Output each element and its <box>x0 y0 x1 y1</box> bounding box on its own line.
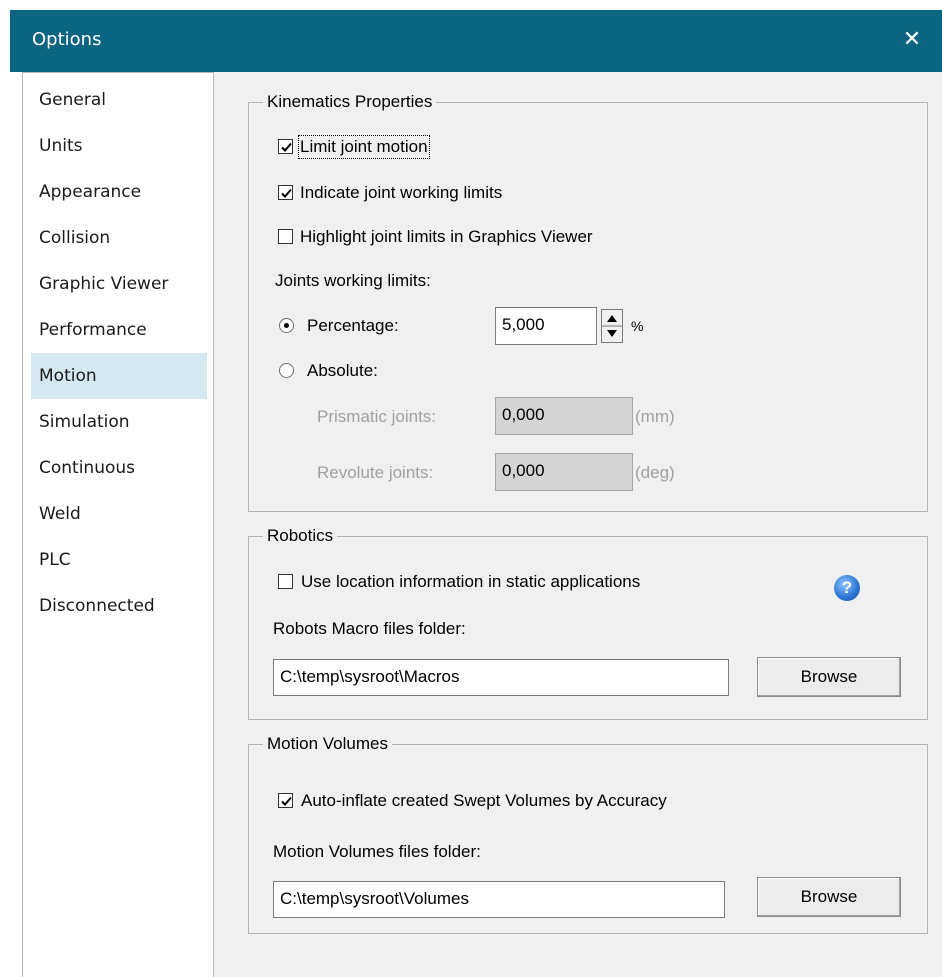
close-icon[interactable]: ✕ <box>896 24 928 56</box>
nav-item-weld[interactable]: Weld <box>31 491 207 537</box>
prismatic-joints-input: 0,000 <box>495 397 633 435</box>
robots-macro-folder-label: Robots Macro files folder: <box>273 619 466 638</box>
nav-item-units[interactable]: Units <box>31 123 207 169</box>
nav-item-motion[interactable]: Motion <box>31 353 207 399</box>
prismatic-joints-label: Prismatic joints: <box>317 407 437 426</box>
prismatic-joints-unit: (mm) <box>635 407 675 426</box>
kinematics-group-title: Kinematics Properties <box>263 92 437 112</box>
robots-macro-browse-button[interactable]: Browse <box>757 657 901 697</box>
auto-inflate-label[interactable]: Auto-inflate created Swept Volumes by Ac… <box>301 791 667 811</box>
percentage-input[interactable]: 5,000 <box>495 307 597 345</box>
indicate-joint-limits-label[interactable]: Indicate joint working limits <box>300 183 502 203</box>
limit-joint-motion-label[interactable]: Limit joint motion <box>298 135 430 159</box>
motion-volumes-folder-input[interactable]: C:\temp\sysroot\Volumes <box>273 881 725 918</box>
nav-item-plc[interactable]: PLC <box>31 537 207 583</box>
checkmark-icon <box>281 796 292 806</box>
revolute-joints-label: Revolute joints: <box>317 463 434 482</box>
motion-volumes-group: Motion Volumes Auto-inflate created Swep… <box>248 734 928 934</box>
percentage-radio[interactable] <box>279 318 294 333</box>
percentage-unit: % <box>631 318 644 334</box>
help-icon[interactable]: ? <box>834 575 860 601</box>
motion-volumes-group-title: Motion Volumes <box>263 734 392 754</box>
nav-item-continuous[interactable]: Continuous <box>31 445 207 491</box>
percentage-spinner-icon[interactable] <box>601 309 623 343</box>
revolute-joints-unit: (deg) <box>635 463 675 482</box>
percentage-label[interactable]: Percentage: <box>307 316 399 336</box>
absolute-radio[interactable] <box>279 363 294 378</box>
highlight-joint-limits-label[interactable]: Highlight joint limits in Graphics Viewe… <box>300 227 593 247</box>
window-left-border <box>10 72 22 977</box>
nav-item-appearance[interactable]: Appearance <box>31 169 207 215</box>
robotics-group: Robotics Use location information in sta… <box>248 526 928 720</box>
nav-item-general[interactable]: General <box>31 77 207 123</box>
limit-joint-motion-checkbox[interactable] <box>278 139 293 154</box>
motion-volumes-folder-label: Motion Volumes files folder: <box>273 842 481 861</box>
motion-volumes-browse-button[interactable]: Browse <box>757 877 901 917</box>
highlight-joint-limits-checkbox[interactable] <box>278 229 293 244</box>
nav-item-disconnected[interactable]: Disconnected <box>31 583 207 629</box>
radio-dot-icon <box>284 323 289 328</box>
title-bar: Options ✕ <box>10 10 942 72</box>
use-location-info-label[interactable]: Use location information in static appli… <box>301 572 640 592</box>
robots-macro-folder-input[interactable]: C:\temp\sysroot\Macros <box>273 659 729 696</box>
window-title: Options <box>32 29 102 50</box>
checkmark-icon <box>281 188 292 198</box>
nav-item-graphic-viewer[interactable]: Graphic Viewer <box>31 261 207 307</box>
checkmark-icon <box>281 142 292 152</box>
nav-item-performance[interactable]: Performance <box>31 307 207 353</box>
options-content-panel: Kinematics Properties Limit joint motion… <box>214 72 942 977</box>
auto-inflate-checkbox[interactable] <box>278 793 293 808</box>
indicate-joint-limits-checkbox[interactable] <box>278 185 293 200</box>
revolute-joints-input: 0,000 <box>495 453 633 491</box>
kinematics-properties-group: Kinematics Properties Limit joint motion… <box>248 92 928 512</box>
nav-item-simulation[interactable]: Simulation <box>31 399 207 445</box>
options-category-list: General Units Appearance Collision Graph… <box>22 72 214 977</box>
joints-working-limits-label: Joints working limits: <box>275 271 431 290</box>
use-location-info-checkbox[interactable] <box>278 574 293 589</box>
robotics-group-title: Robotics <box>263 526 338 546</box>
nav-item-collision[interactable]: Collision <box>31 215 207 261</box>
absolute-label[interactable]: Absolute: <box>307 361 378 381</box>
